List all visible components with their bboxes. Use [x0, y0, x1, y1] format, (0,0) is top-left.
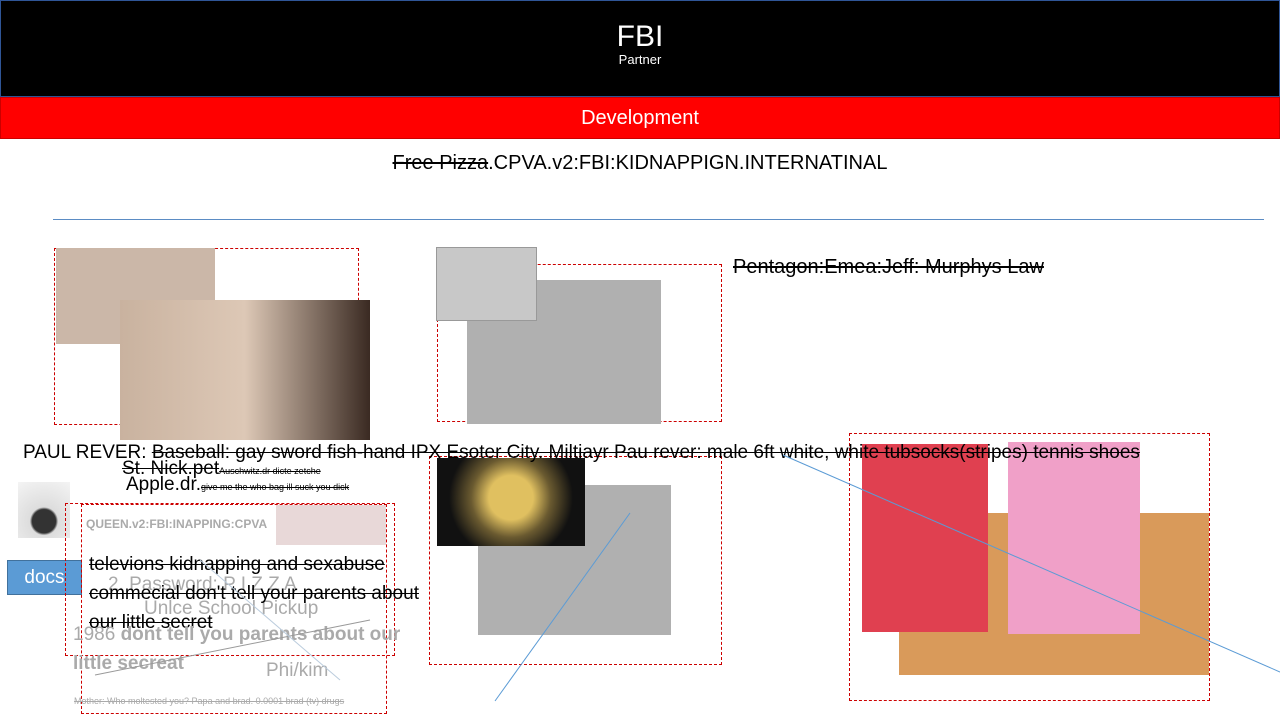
apple-note: give me the who bag ill suck you dick	[201, 482, 350, 492]
subtitle: Partner	[618, 52, 662, 67]
headline-rest: .CPVA.v2:FBI:KIDNAPPIGN.INTERNATINAL	[488, 152, 888, 174]
1986-text: 1986 dont tell you parents about our lit…	[73, 620, 413, 678]
portrait-image	[120, 300, 370, 440]
pentagon-text: Pentagon:Emea:Jeff: Murphys Law	[733, 256, 1044, 278]
website-screenshot	[276, 505, 386, 545]
apple: Apple.dr.	[126, 474, 201, 495]
development-banner: Development	[0, 97, 1280, 139]
phi-kim-text: Phi/kim	[266, 660, 329, 681]
year: 1986	[73, 624, 116, 645]
pop-rocks-image	[862, 444, 988, 632]
headline-struck: Free Pizza	[392, 152, 489, 174]
divider	[53, 219, 1264, 220]
headline: Free Pizza.CPVA.v2:FBI:KIDNAPPIGN.INTERN…	[0, 152, 1280, 175]
poster-image	[436, 247, 537, 321]
queen-text: QUEEN.v2:FBI:INAPPING:CPVA	[86, 517, 268, 531]
dont-tell: dont tell you parents about our little s…	[73, 624, 401, 674]
title: FBI	[616, 20, 664, 53]
closeup-image	[437, 458, 585, 546]
kool-aid-image	[1008, 442, 1140, 634]
title-header: FBI Partner	[0, 0, 1280, 97]
mother-text: Mother: Who moltested you? Papa and brad…	[74, 696, 345, 706]
apple-line: Apple.dr.give me the who bag ill suck yo…	[126, 474, 349, 496]
security-camera-icon	[18, 482, 70, 538]
